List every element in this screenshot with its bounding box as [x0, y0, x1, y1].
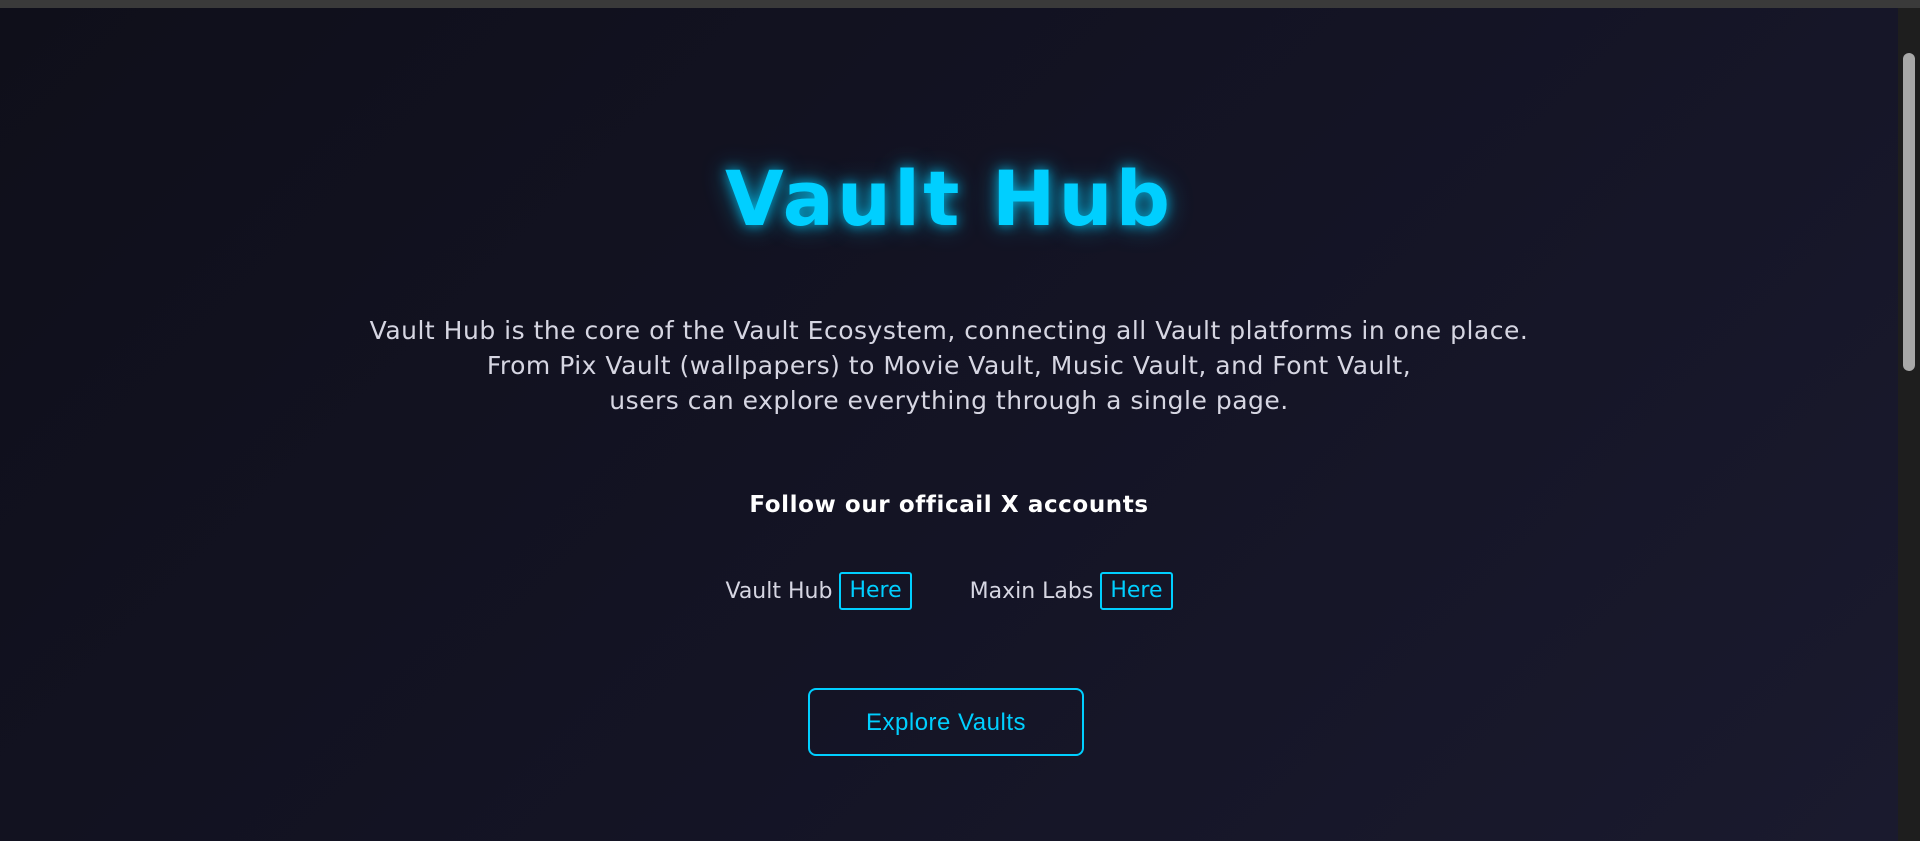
- vault-hub-x-link[interactable]: Here: [839, 572, 912, 610]
- social-accounts: Vault Hub Here Maxin Labs Here: [0, 572, 1898, 610]
- description-line: users can explore everything through a s…: [609, 386, 1289, 415]
- page-title: Vault Hub: [724, 154, 1173, 243]
- hero-description: Vault Hub is the core of the Vault Ecosy…: [0, 313, 1898, 418]
- account-name: Maxin Labs: [969, 578, 1094, 604]
- description-line: Vault Hub is the core of the Vault Ecosy…: [369, 316, 1529, 345]
- account-maxin-labs: Maxin Labs Here: [970, 572, 1173, 610]
- vertical-scrollbar[interactable]: [1898, 8, 1920, 841]
- maxin-labs-x-link[interactable]: Here: [1100, 572, 1173, 610]
- account-vault-hub: Vault Hub Here: [725, 572, 912, 610]
- description-line: From Pix Vault (wallpapers) to Movie Vau…: [486, 351, 1412, 380]
- scrollbar-thumb[interactable]: [1903, 53, 1915, 371]
- page-viewport: Vault Hub Vault Hub is the core of the V…: [0, 8, 1898, 841]
- account-name: Vault Hub: [725, 578, 833, 604]
- explore-vaults-button[interactable]: Explore Vaults: [808, 688, 1084, 756]
- follow-heading: Follow our officail X accounts: [749, 492, 1149, 518]
